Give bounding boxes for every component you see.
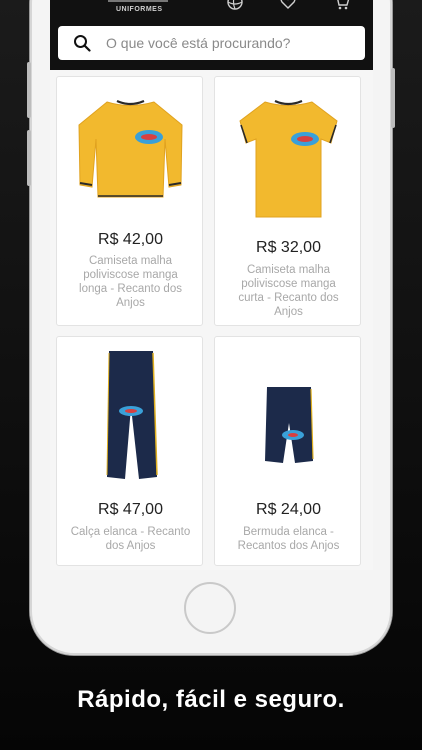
tagline: Rápido, fácil e seguro. bbox=[77, 686, 345, 713]
app-header: UNIFORMES bbox=[50, 0, 373, 70]
ball-icon[interactable] bbox=[227, 0, 243, 10]
search-icon[interactable] bbox=[73, 34, 91, 52]
brand-logo-line bbox=[108, 0, 168, 2]
product-name[interactable]: Calça elanca - Recanto dos Anjos bbox=[69, 525, 192, 553]
product-grid: R$ 42,00 Camiseta malha poliviscose mang… bbox=[50, 70, 373, 570]
product-name[interactable]: Camiseta malha poliviscose manga longa -… bbox=[69, 254, 192, 310]
product-price: R$ 24,00 bbox=[256, 501, 321, 518]
product-card[interactable]: R$ 24,00 Bermuda elanca - Recantos dos A… bbox=[214, 336, 361, 566]
navy-pants-image bbox=[106, 351, 158, 479]
product-price: R$ 32,00 bbox=[256, 239, 321, 256]
app-screen: UNIFORMES O que você está procurando? R$… bbox=[50, 0, 373, 570]
yellow-longsleeve-shirt-image bbox=[78, 99, 183, 198]
search-bar[interactable] bbox=[58, 26, 365, 60]
phone-side-button bbox=[391, 68, 395, 128]
yellow-shortsleeve-shirt-image bbox=[239, 99, 338, 218]
product-card[interactable]: R$ 47,00 Calça elanca - Recanto dos Anjo… bbox=[56, 336, 203, 566]
phone-side-button bbox=[27, 62, 31, 118]
home-button[interactable] bbox=[184, 582, 236, 634]
brand-logo: UNIFORMES bbox=[116, 6, 163, 13]
heart-icon[interactable] bbox=[280, 0, 296, 10]
product-price: R$ 47,00 bbox=[98, 501, 163, 518]
product-card[interactable]: R$ 32,00 Camiseta malha poliviscose mang… bbox=[214, 76, 361, 326]
cart-icon[interactable] bbox=[334, 0, 350, 10]
product-name[interactable]: Bermuda elanca - Recantos dos Anjos bbox=[227, 525, 350, 553]
navy-shorts-image bbox=[265, 387, 314, 463]
phone-side-button bbox=[27, 130, 31, 186]
product-card[interactable]: R$ 42,00 Camiseta malha poliviscose mang… bbox=[56, 76, 203, 326]
search-input[interactable] bbox=[106, 26, 356, 60]
product-name[interactable]: Camiseta malha poliviscose manga curta -… bbox=[227, 263, 350, 319]
product-price: R$ 42,00 bbox=[98, 231, 163, 248]
